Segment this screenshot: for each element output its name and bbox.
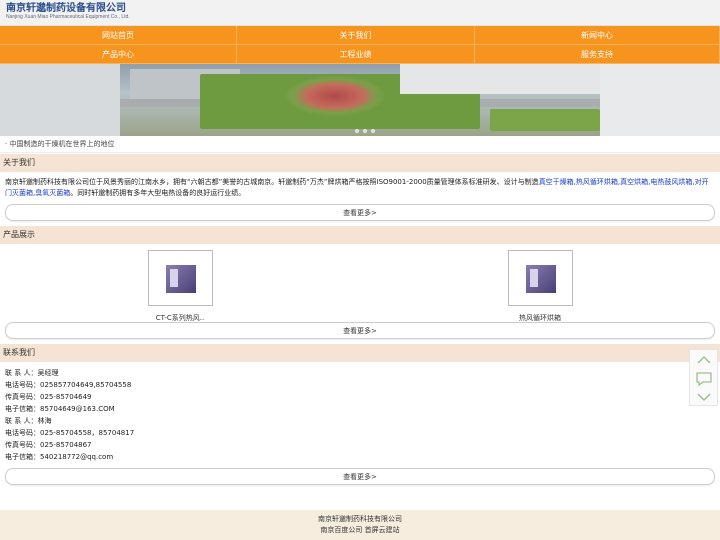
contact-more-button[interactable]: 查看更多> — [5, 468, 715, 485]
banner-dot[interactable] — [363, 129, 367, 133]
section-title-contact: 联系我们 — [0, 344, 720, 362]
contact-person: 联 系 人：吴经理 — [5, 369, 59, 377]
chevron-up-icon[interactable] — [690, 350, 717, 369]
contact-info: 联 系 人：吴经理 电话号码：025857704649,85704558 传真号… — [0, 362, 720, 465]
chevron-down-icon[interactable] — [690, 388, 717, 407]
nav-service[interactable]: 服务支持 — [475, 45, 720, 64]
footer: 南京轩邈制药科技有限公司 南京百度公司 首屏云建站 — [0, 510, 720, 540]
banner-dot[interactable] — [355, 129, 359, 133]
company-logo-english: Nanjing Xuan Miao Pharmaceutical Equipme… — [6, 14, 130, 20]
nav-products[interactable]: 产品中心 — [0, 45, 237, 64]
section-title-products: 产品展示 — [0, 226, 720, 244]
product-thumbnail[interactable] — [147, 250, 213, 306]
banner-flowerbed — [285, 76, 385, 116]
banner-lawn — [490, 109, 600, 131]
page: 南京轩邈制药设备有限公司 Nanjing Xuan Miao Pharmaceu… — [0, 0, 720, 540]
side-toolbar — [689, 349, 718, 406]
contact-fax: 传真号码：025-85704649 — [5, 393, 92, 401]
about-text-intro: 南京轩邈制药科技有限公司位于风景秀丽的江南水乡，拥有“六朝古都”美誉的古城南京。… — [5, 178, 539, 186]
contact-phone: 电话号码：025-85704558，85704817 — [5, 429, 135, 437]
nav-home[interactable]: 网站首页 — [0, 26, 237, 45]
contact-person: 联 系 人：林海 — [5, 417, 52, 425]
about-text-outro: 。同时轩邈制药拥有多年大型电热设备的良好运行业绩。 — [70, 189, 246, 197]
product-list: CT-C系列热风.. 热风循环烘箱 — [0, 244, 720, 322]
contact-fax: 传真号码：025-85704867 — [5, 441, 92, 449]
chat-icon[interactable] — [690, 369, 717, 388]
footer-company: 南京轩邈制药科技有限公司 — [318, 515, 402, 523]
product-name[interactable]: CT-C系列热风.. — [0, 313, 360, 323]
contact-email: 电子信箱：85704649@163.COM — [5, 405, 115, 413]
contact-email: 电子信箱：540218772@qq.com — [5, 453, 114, 461]
banner-image[interactable] — [0, 64, 720, 136]
contact-phone: 电话号码：025857704649,85704558 — [5, 381, 132, 389]
banner-caption[interactable]: · 中国制造的干燥机在世界上的地位 — [0, 136, 720, 153]
nav-projects[interactable]: 工程业绩 — [237, 45, 475, 64]
site-header: 南京轩邈制药设备有限公司 Nanjing Xuan Miao Pharmaceu… — [0, 0, 720, 26]
footer-credit[interactable]: 南京百度公司 首屏云建站 — [0, 525, 720, 536]
banner-building — [400, 64, 600, 94]
company-logo-name[interactable]: 南京轩邈制药设备有限公司 — [6, 3, 714, 14]
banner-pager[interactable] — [355, 129, 375, 133]
product-thumbnail[interactable] — [507, 250, 573, 306]
about-text: 南京轩邈制药科技有限公司位于风景秀丽的江南水乡，拥有“六朝古都”美誉的古城南京。… — [0, 172, 720, 201]
about-more-button[interactable]: 查看更多> — [5, 204, 715, 221]
main-nav: 网站首页 关于我们 新闻中心 产品中心 工程业绩 服务支持 — [0, 26, 720, 64]
banner-building — [600, 64, 720, 136]
banner-dot[interactable] — [371, 129, 375, 133]
products-more-button[interactable]: 查看更多> — [5, 322, 715, 339]
section-title-about: 关于我们 — [0, 154, 720, 172]
product-item[interactable]: CT-C系列热风.. — [0, 250, 360, 322]
nav-news[interactable]: 新闻中心 — [475, 26, 720, 45]
product-name[interactable]: 热风循环烘箱 — [360, 313, 720, 323]
product-item[interactable]: 热风循环烘箱 — [360, 250, 720, 322]
nav-about[interactable]: 关于我们 — [237, 26, 475, 45]
banner-building — [0, 64, 120, 136]
